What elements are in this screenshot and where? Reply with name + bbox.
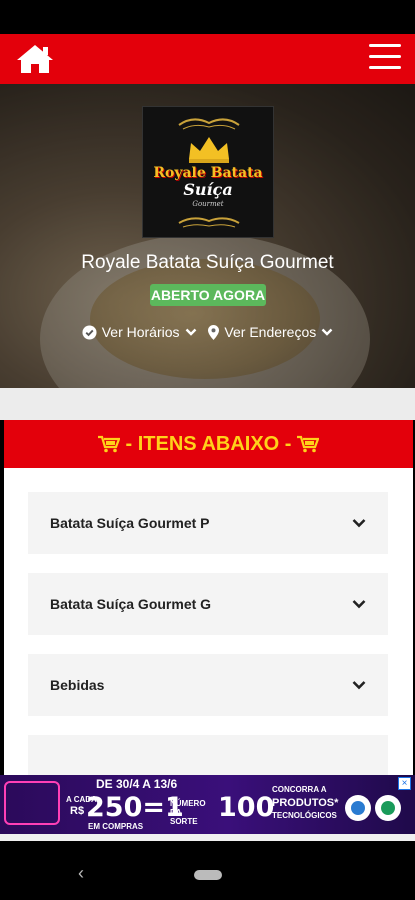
ad-close-button[interactable]: × — [398, 777, 411, 790]
system-nav-bar: ‹ — [0, 841, 415, 900]
store-logo: Royale Batata Suíça Gourmet — [142, 106, 274, 238]
check-circle-icon — [82, 324, 97, 340]
background-pattern — [0, 388, 415, 420]
section-header: - ITENS ABAIXO - — [4, 420, 413, 468]
category-label: Bebidas — [50, 677, 105, 693]
logo-text-line1: Royale Batata — [153, 165, 263, 181]
map-pin-icon — [208, 324, 220, 340]
cart-icon — [97, 435, 120, 453]
ad-prize-lead: CONCORRA A — [272, 785, 327, 794]
category-row[interactable]: Bebidas — [28, 654, 388, 716]
home-pill-icon[interactable] — [194, 870, 222, 880]
ad-prize-desc: TECNOLÓGICOS — [272, 811, 337, 820]
category-label: Batata Suíça Gourmet G — [50, 596, 212, 612]
status-bar — [0, 0, 415, 34]
ad-currency: R$ — [70, 805, 85, 817]
category-row[interactable]: Batata Suíça Gourmet G — [28, 573, 388, 635]
ad-prize-name: PRODUTOS* — [272, 797, 339, 809]
store-links: Ver Horários Ver Endereços — [0, 324, 415, 346]
ad-logo — [4, 781, 60, 825]
hamburger-menu-icon-bar — [369, 66, 401, 69]
app-bar — [0, 34, 415, 84]
chevron-down-icon — [321, 328, 333, 336]
address-link-label: Ver Endereços — [224, 324, 317, 340]
ad-banner[interactable]: DE 30/4 A 13/6 A CADA R$ 250=1 EM COMPRA… — [0, 775, 415, 841]
hours-link[interactable]: Ver Horários — [82, 324, 197, 340]
cart-icon — [297, 435, 320, 453]
logo-text-line3: Gourmet — [192, 200, 224, 208]
back-icon[interactable]: ‹ — [78, 863, 84, 884]
home-icon — [17, 45, 53, 73]
logo-text-line2: Suíça — [183, 180, 233, 199]
store-hero: Royale Batata Suíça Gourmet Royale Batat… — [0, 84, 415, 388]
chevron-down-icon — [352, 519, 366, 528]
chevron-down-icon — [352, 681, 366, 690]
store-name: Royale Batata Suíça Gourmet — [81, 252, 334, 273]
menu-card: - ITENS ABAIXO - Batata Suíça Gourmet P … — [4, 420, 413, 775]
hamburger-menu-icon-bar — [369, 44, 401, 47]
category-row-partial[interactable] — [28, 735, 388, 775]
sponsor-logo-icon — [345, 795, 401, 821]
status-badge: ABERTO AGORA — [150, 284, 266, 306]
ad-dates: DE 30/4 A 13/6 — [96, 777, 178, 791]
crown-icon — [189, 137, 229, 159]
ad-footer — [0, 834, 415, 841]
category-label: Batata Suíça Gourmet P — [50, 515, 210, 531]
section-header-label: - ITENS ABAIXO - — [125, 432, 292, 455]
category-row[interactable]: Batata Suíça Gourmet P — [28, 492, 388, 554]
ad-purchase-note: EM COMPRAS — [88, 822, 144, 831]
ad-creative[interactable]: DE 30/4 A 13/6 A CADA R$ 250=1 EM COMPRA… — [0, 775, 415, 834]
chevron-down-icon — [352, 600, 366, 609]
ad-prize-count: 100 — [218, 792, 275, 823]
address-link[interactable]: Ver Endereços — [208, 324, 333, 340]
menu-button[interactable] — [369, 44, 401, 72]
hamburger-menu-icon-bar — [369, 55, 401, 58]
chevron-down-icon — [185, 328, 196, 336]
ad-lucky-number: NÚMERO DA SORTE — [170, 799, 206, 826]
hours-link-label: Ver Horários — [101, 324, 180, 340]
home-button[interactable] — [14, 42, 56, 76]
